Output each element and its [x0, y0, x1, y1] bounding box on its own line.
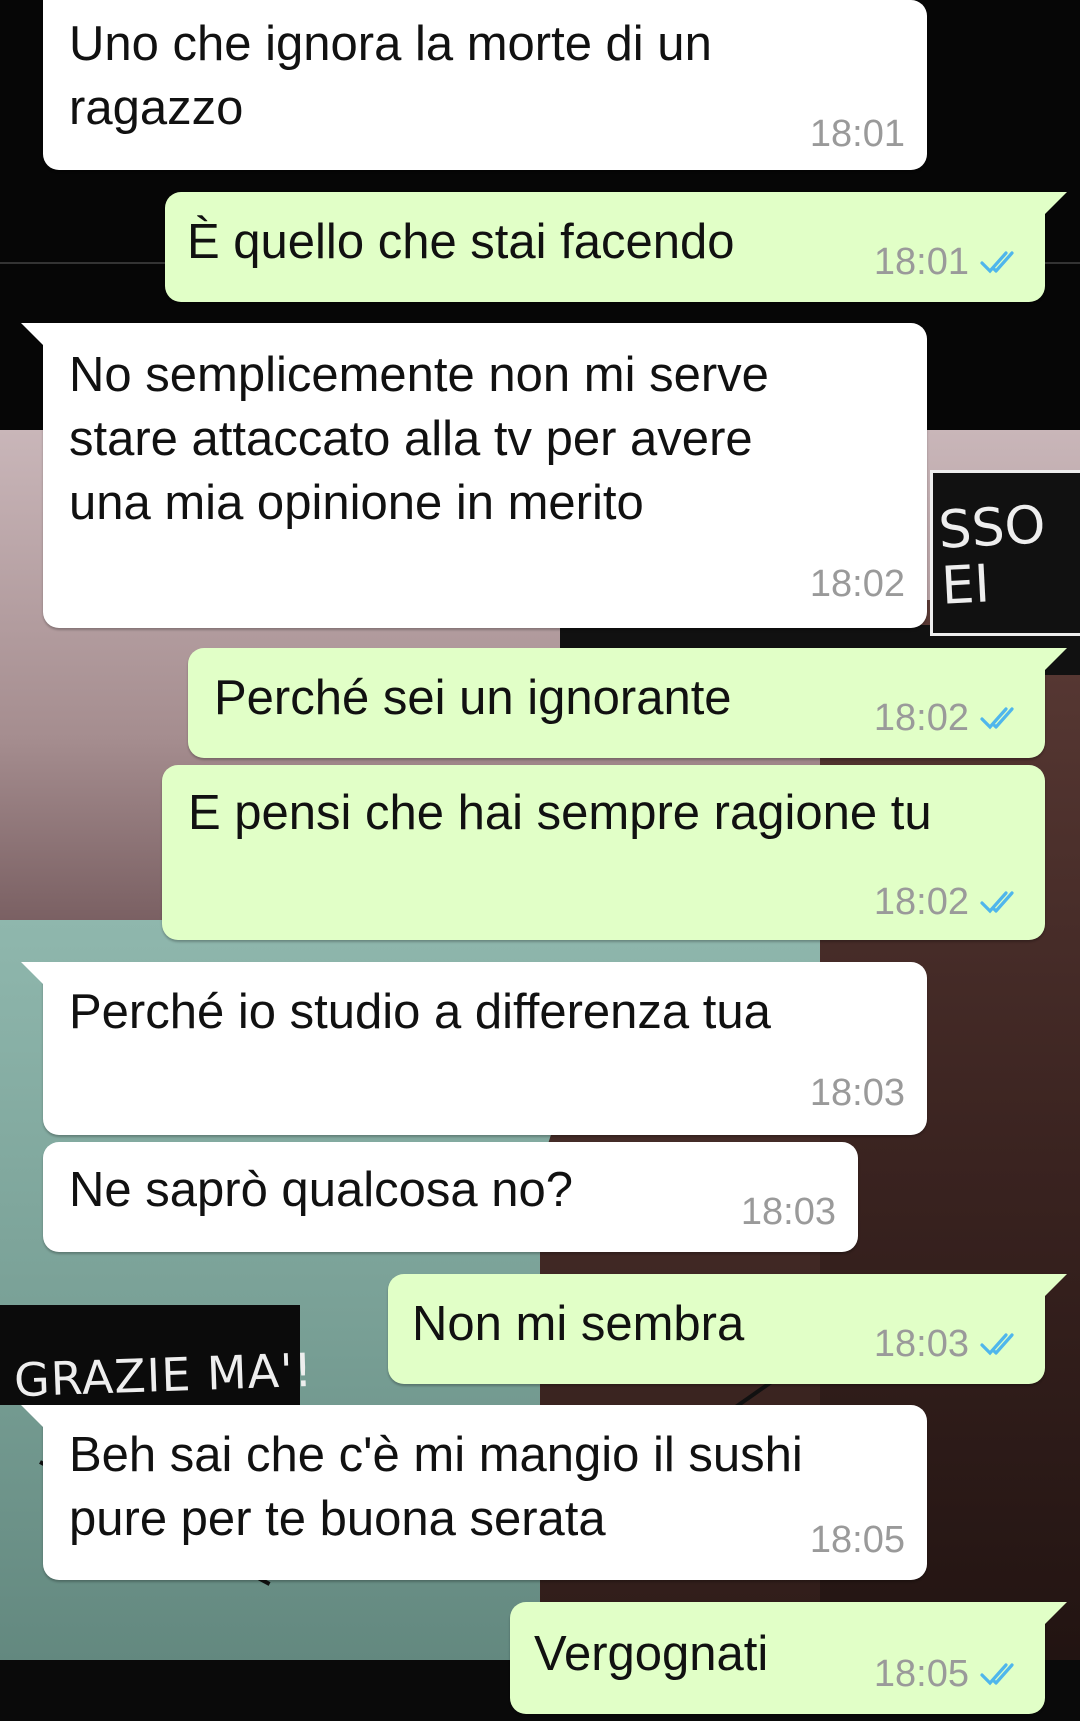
- message-time: 18:02: [873, 881, 969, 923]
- incoming-message[interactable]: Ne saprò qualcosa no? 18:03: [43, 1142, 858, 1252]
- message-time: 18:02: [809, 563, 905, 605]
- wallpaper-sign-text: GRAZIE MA'!: [13, 1342, 315, 1408]
- message-meta: 18:03: [810, 1071, 905, 1115]
- message-text: Perché sei un ignorante: [214, 671, 732, 725]
- incoming-message[interactable]: No semplicemente non mi serve stare atta…: [21, 323, 927, 628]
- message-meta: 18:02: [874, 880, 1023, 924]
- incoming-message[interactable]: Perché io studio a differenza tua 18:03: [21, 962, 927, 1135]
- message-time: 18:01: [873, 241, 969, 283]
- outgoing-message[interactable]: È quello che stai facendo 18:01: [165, 192, 1067, 302]
- message-meta: 18:03: [741, 1190, 836, 1234]
- bubble-tail: [1041, 1602, 1067, 1628]
- outgoing-message[interactable]: Perché sei un ignorante 18:02: [188, 648, 1067, 758]
- double-check-read-icon: [980, 1663, 1014, 1686]
- message-time: 18:02: [873, 697, 969, 739]
- message-text: Ne saprò qualcosa no?: [69, 1163, 573, 1217]
- outgoing-message[interactable]: Vergognati 18:05: [510, 1602, 1067, 1714]
- message-time: 18:05: [873, 1653, 969, 1695]
- incoming-message[interactable]: Uno che ignora la morte di un ragazzo 18…: [43, 0, 927, 170]
- message-text: Uno che ignora la morte di un ragazzo: [69, 17, 712, 135]
- message-text: Non mi sembra: [412, 1297, 745, 1351]
- message-time: 18:03: [740, 1191, 836, 1233]
- double-check-read-icon: [980, 891, 1014, 914]
- bubble-tail: [21, 962, 47, 988]
- message-time: 18:05: [809, 1519, 905, 1561]
- message-time: 18:03: [873, 1323, 969, 1365]
- message-meta: 18:01: [874, 240, 1023, 284]
- message-text: È quello che stai facendo: [187, 215, 735, 269]
- message-time: 18:03: [809, 1072, 905, 1114]
- message-meta: 18:05: [810, 1518, 905, 1562]
- bubble-tail: [21, 323, 47, 349]
- message-text: No semplicemente non mi serve stare atta…: [69, 348, 769, 530]
- bubble-tail: [21, 1405, 47, 1431]
- message-meta: 18:02: [874, 696, 1023, 740]
- message-text: Perché io studio a differenza tua: [69, 985, 771, 1039]
- message-meta: 18:05: [874, 1652, 1023, 1696]
- message-text: Vergognati: [534, 1627, 769, 1681]
- wallpaper-comic-text: SSO EI: [937, 495, 1047, 617]
- double-check-read-icon: [980, 707, 1014, 730]
- outgoing-message[interactable]: Non mi sembra 18:03: [388, 1274, 1067, 1384]
- outgoing-message[interactable]: E pensi che hai sempre ragione tu 18:02: [162, 765, 1045, 940]
- message-text: Beh sai che c'è mi mangio il sushi pure …: [69, 1428, 803, 1546]
- message-meta: 18:02: [810, 562, 905, 606]
- incoming-message[interactable]: Beh sai che c'è mi mangio il sushi pure …: [21, 1405, 927, 1580]
- double-check-read-icon: [980, 1333, 1014, 1356]
- message-meta: 18:01: [810, 112, 905, 156]
- bubble-tail: [1041, 192, 1067, 218]
- double-check-read-icon: [980, 251, 1014, 274]
- message-meta: 18:03: [874, 1322, 1023, 1366]
- bubble-tail: [1041, 648, 1067, 674]
- message-text: E pensi che hai sempre ragione tu: [188, 786, 932, 840]
- bubble-tail: [1041, 1274, 1067, 1300]
- message-time: 18:01: [809, 113, 905, 155]
